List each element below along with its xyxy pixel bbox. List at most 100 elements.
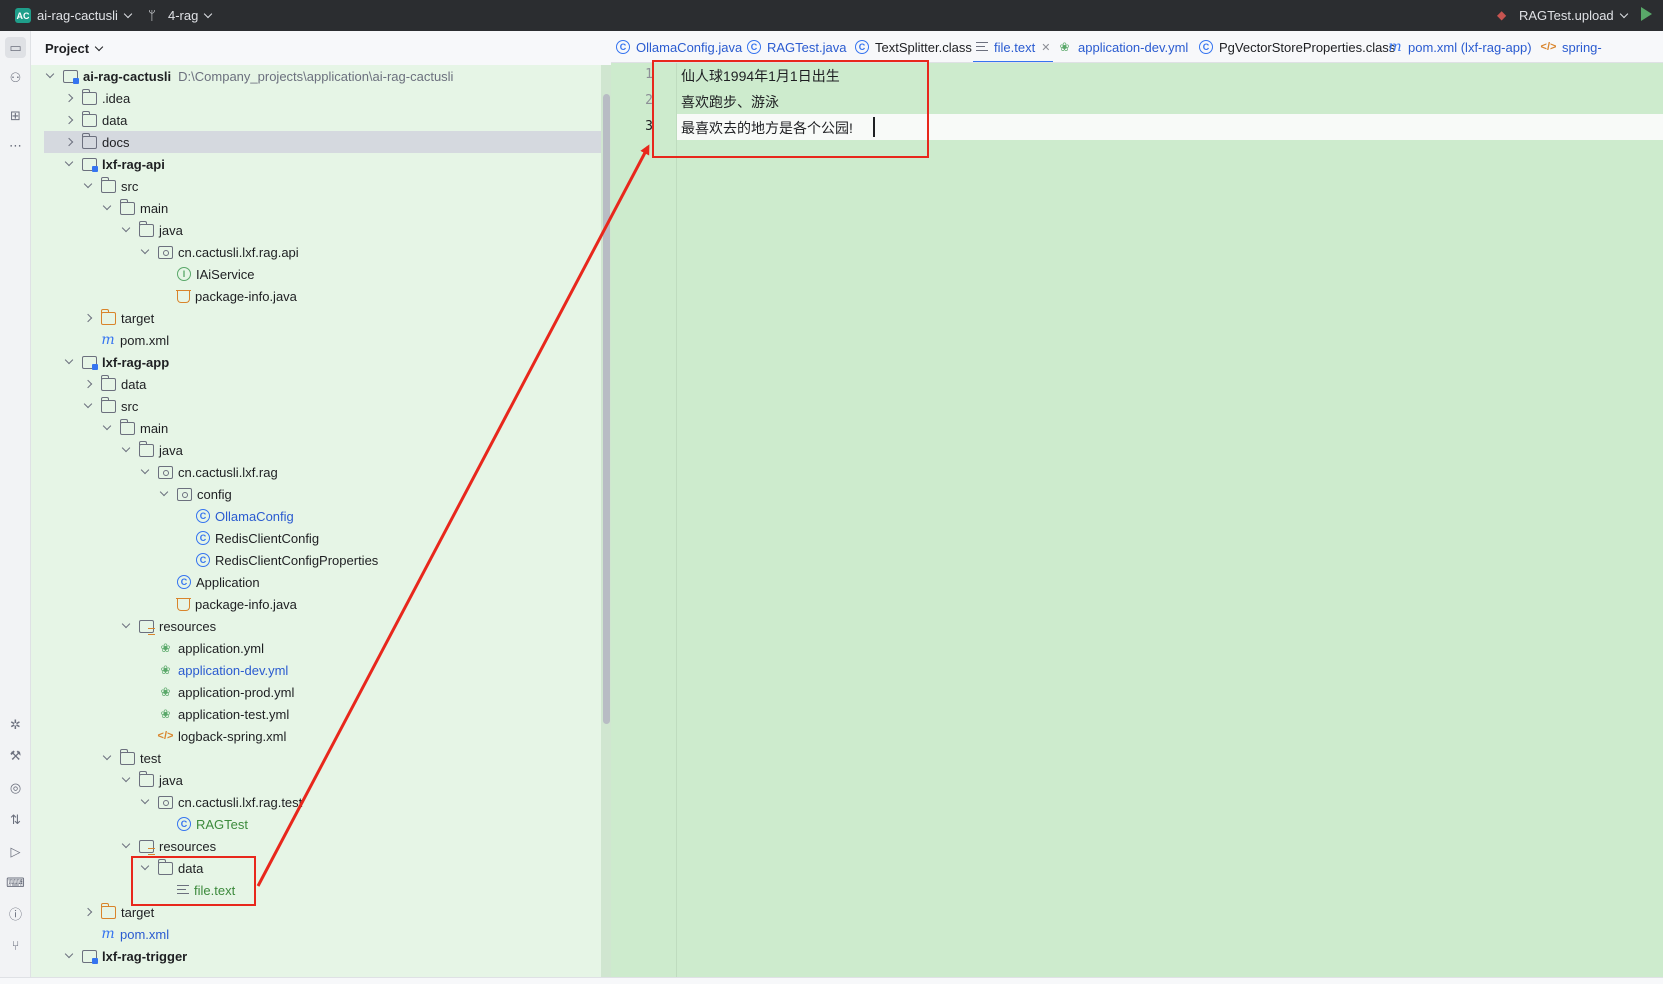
- scrollbar-thumb[interactable]: [603, 94, 610, 724]
- tree-row[interactable]: docs: [44, 131, 601, 153]
- tree-row[interactable]: package-info.java: [31, 285, 601, 307]
- tree-row[interactable]: </> logback-spring.xml: [31, 725, 601, 747]
- tree-row[interactable]: data: [31, 109, 601, 131]
- tree-row[interactable]: target: [31, 901, 601, 923]
- editor-tab[interactable]: m pom.xml (lxf-rag-app): [1388, 31, 1531, 62]
- code-line[interactable]: 仙人球1994年1月1日出生: [681, 66, 840, 86]
- run-configuration-selector[interactable]: RAGTest.upload: [1519, 8, 1628, 23]
- tree-row[interactable]: cn.cactusli.lxf.rag.api: [31, 241, 601, 263]
- tree-row[interactable]: C Application: [31, 571, 601, 593]
- tree-row[interactable]: data: [31, 857, 601, 879]
- chevron-right-icon[interactable]: [64, 93, 74, 103]
- tree-row[interactable]: C OllamaConfig: [31, 505, 601, 527]
- project-view-selector[interactable]: Project: [45, 41, 104, 56]
- project-folder-icon[interactable]: ▭: [5, 37, 26, 58]
- editor-tab-label: PgVectorStoreProperties.class: [1219, 39, 1396, 55]
- more-icon[interactable]: ⋯: [7, 137, 24, 154]
- tree-row[interactable]: m pom.xml: [31, 329, 601, 351]
- tree-row[interactable]: test: [31, 747, 601, 769]
- services-icon[interactable]: ◎: [7, 779, 24, 796]
- tree-row[interactable]: .idea: [31, 87, 601, 109]
- code-line[interactable]: 喜欢跑步、游泳: [681, 92, 779, 112]
- tree-row[interactable]: C RAGTest: [31, 813, 601, 835]
- editor-tab[interactable]: C OllamaConfig.java: [616, 31, 742, 62]
- editor-tab[interactable]: ❀ application-dev.yml: [1057, 31, 1188, 62]
- tree-row[interactable]: I IAiService: [31, 263, 601, 285]
- tree-row[interactable]: C RedisClientConfigProperties: [31, 549, 601, 571]
- chevron-down-icon[interactable]: [102, 203, 112, 213]
- tree-row[interactable]: ❀ application.yml: [31, 637, 601, 659]
- chevron-down-icon[interactable]: [140, 247, 150, 257]
- tree-row[interactable]: config: [31, 483, 601, 505]
- git-icon[interactable]: ⑂: [7, 937, 24, 954]
- tree-row[interactable]: lxf-rag-app: [31, 351, 601, 373]
- tree-row[interactable]: cn.cactusli.lxf.rag.test: [31, 791, 601, 813]
- chevron-right-icon[interactable]: [83, 313, 93, 323]
- tree-row[interactable]: main: [31, 197, 601, 219]
- tree-row[interactable]: package-info.java: [31, 593, 601, 615]
- chevron-right-icon[interactable]: [83, 379, 93, 389]
- structure-icon[interactable]: ⊞: [7, 107, 24, 124]
- chevron-down-icon[interactable]: [121, 775, 131, 785]
- tree-row[interactable]: src: [31, 395, 601, 417]
- chevron-down-icon[interactable]: [64, 159, 74, 169]
- chevron-down-icon[interactable]: [121, 621, 131, 631]
- editor-tab[interactable]: C PgVectorStoreProperties.class: [1199, 31, 1396, 62]
- chevron-down-icon[interactable]: [140, 797, 150, 807]
- tree-row[interactable]: file.text: [31, 879, 601, 901]
- chevron-down-icon[interactable]: [83, 401, 93, 411]
- close-icon[interactable]: ✕: [1041, 41, 1050, 54]
- chevron-down-icon[interactable]: [64, 951, 74, 961]
- endpoints-icon[interactable]: ⇅: [7, 811, 24, 828]
- chevron-down-icon[interactable]: [102, 423, 112, 433]
- tree-row[interactable]: resources: [31, 835, 601, 857]
- chevron-down-icon[interactable]: [121, 225, 131, 235]
- tree-row[interactable]: resources: [31, 615, 601, 637]
- editor-tab[interactable]: file.text ✕: [973, 31, 1054, 62]
- chevron-down-icon[interactable]: [121, 841, 131, 851]
- tree-row[interactable]: cn.cactusli.lxf.rag: [31, 461, 601, 483]
- tree-row[interactable]: java: [31, 219, 601, 241]
- terminal-icon[interactable]: ⌨: [6, 874, 25, 891]
- chevron-down-icon[interactable]: [140, 863, 150, 873]
- tree-row[interactable]: ❀ application-dev.yml: [31, 659, 601, 681]
- tree-row[interactable]: java: [31, 439, 601, 461]
- code-line[interactable]: 最喜欢去的地方是各个公园!: [681, 118, 853, 138]
- tree-row[interactable]: lxf-rag-trigger: [31, 945, 601, 967]
- commit-icon[interactable]: ⚇: [7, 69, 24, 86]
- chevron-down-icon[interactable]: [64, 357, 74, 367]
- tree-row[interactable]: data: [31, 373, 601, 395]
- tree-row[interactable]: ai-rag-cactusli D:\Company_projects\appli…: [31, 65, 601, 87]
- tree-row[interactable]: m pom.xml: [31, 923, 601, 945]
- branch-switcher[interactable]: 4-rag: [168, 8, 213, 23]
- text-file-icon: [976, 41, 988, 53]
- editor-tab[interactable]: C TextSplitter.class: [855, 31, 972, 62]
- chevron-down-icon[interactable]: [83, 181, 93, 191]
- tree-row[interactable]: main: [31, 417, 601, 439]
- chevron-down-icon[interactable]: [159, 489, 169, 499]
- build-hammer-icon[interactable]: ⚒: [7, 747, 24, 764]
- project-switcher[interactable]: ai-rag-cactusli: [37, 8, 133, 23]
- tree-row[interactable]: src: [31, 175, 601, 197]
- chevron-right-icon[interactable]: [83, 907, 93, 917]
- tree-row[interactable]: java: [31, 769, 601, 791]
- tree-row[interactable]: ❀ application-test.yml: [31, 703, 601, 725]
- tree-row[interactable]: ❀ application-prod.yml: [31, 681, 601, 703]
- chevron-down-icon[interactable]: [140, 467, 150, 477]
- project-scrollbar[interactable]: [601, 65, 611, 977]
- tree-row[interactable]: target: [31, 307, 601, 329]
- chevron-down-icon[interactable]: [121, 445, 131, 455]
- chevron-down-icon[interactable]: [102, 753, 112, 763]
- project-badge[interactable]: AC: [15, 8, 31, 23]
- run-icon[interactable]: [1641, 7, 1652, 21]
- problems-icon[interactable]: ⓘ: [7, 905, 24, 922]
- chevron-right-icon[interactable]: [64, 137, 74, 147]
- tree-row[interactable]: lxf-rag-api: [31, 153, 601, 175]
- tree-row[interactable]: C RedisClientConfig: [31, 527, 601, 549]
- editor-tab[interactable]: </> spring-: [1541, 31, 1602, 62]
- chevron-down-icon[interactable]: [45, 71, 55, 81]
- chevron-right-icon[interactable]: [64, 115, 74, 125]
- editor-tab[interactable]: C RAGTest.java: [747, 31, 846, 62]
- debug-icon[interactable]: ✲: [7, 716, 24, 733]
- run-tool-icon[interactable]: ▷: [7, 843, 24, 860]
